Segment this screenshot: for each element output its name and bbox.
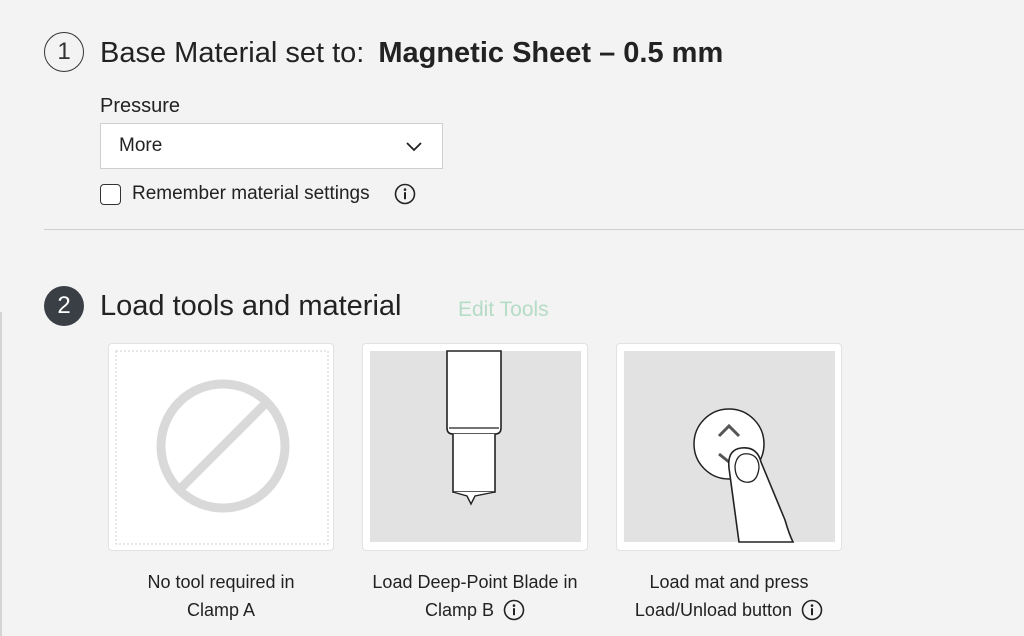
remember-settings-label[interactable]: Remember material settings	[132, 183, 370, 205]
step-2-number: 2	[57, 292, 71, 319]
clamp-b-caption: Load Deep-Point Blade in Clamp B	[345, 568, 605, 624]
step-1-indicator: 1	[44, 32, 84, 72]
info-icon[interactable]	[801, 599, 823, 621]
clamp-a-caption: No tool required in Clamp A	[91, 568, 351, 624]
left-edge-border	[0, 312, 2, 636]
load-mat-caption-line1: Load mat and press	[649, 572, 809, 592]
load-unload-button-icon	[624, 351, 835, 543]
clamp-b-caption-line2: Clamp B	[424, 600, 494, 620]
chevron-down-icon	[406, 142, 422, 152]
load-mat-caption-line2: Load/Unload button	[634, 600, 793, 620]
base-material-heading: Base Material set to: Magnetic Sheet – 0.…	[100, 37, 723, 70]
load-mat-card	[616, 343, 842, 551]
pressure-dropdown-value: More	[119, 135, 163, 156]
info-icon[interactable]	[503, 599, 525, 621]
clamp-a-card	[108, 343, 334, 551]
deep-point-blade-icon	[370, 350, 581, 542]
step-1-number: 1	[57, 38, 71, 65]
pressure-dropdown[interactable]: More	[100, 123, 443, 169]
clamp-a-caption-line2: Clamp A	[186, 600, 256, 620]
step-2-indicator: 2	[44, 286, 84, 326]
section-divider	[44, 229, 1024, 230]
load-mat-caption: Load mat and press Load/Unload button	[599, 568, 859, 624]
clamp-b-caption-line1: Load Deep-Point Blade in	[372, 572, 578, 592]
remember-settings-checkbox[interactable]	[100, 184, 121, 205]
base-material-label: Base Material set to:	[100, 37, 365, 69]
no-tool-icon	[115, 350, 329, 545]
clamp-b-card	[362, 343, 588, 551]
clamp-a-caption-line1: No tool required in	[147, 572, 295, 592]
base-material-value: Magnetic Sheet – 0.5 mm	[378, 37, 724, 69]
edit-tools-link[interactable]: Edit Tools	[458, 298, 549, 322]
clamp-b-caption-line2-row: Clamp B	[345, 596, 605, 624]
load-mat-caption-line2-row: Load/Unload button	[599, 596, 859, 624]
pressure-label: Pressure	[100, 95, 181, 117]
info-icon[interactable]	[394, 183, 416, 205]
load-tools-heading: Load tools and material	[100, 290, 402, 322]
